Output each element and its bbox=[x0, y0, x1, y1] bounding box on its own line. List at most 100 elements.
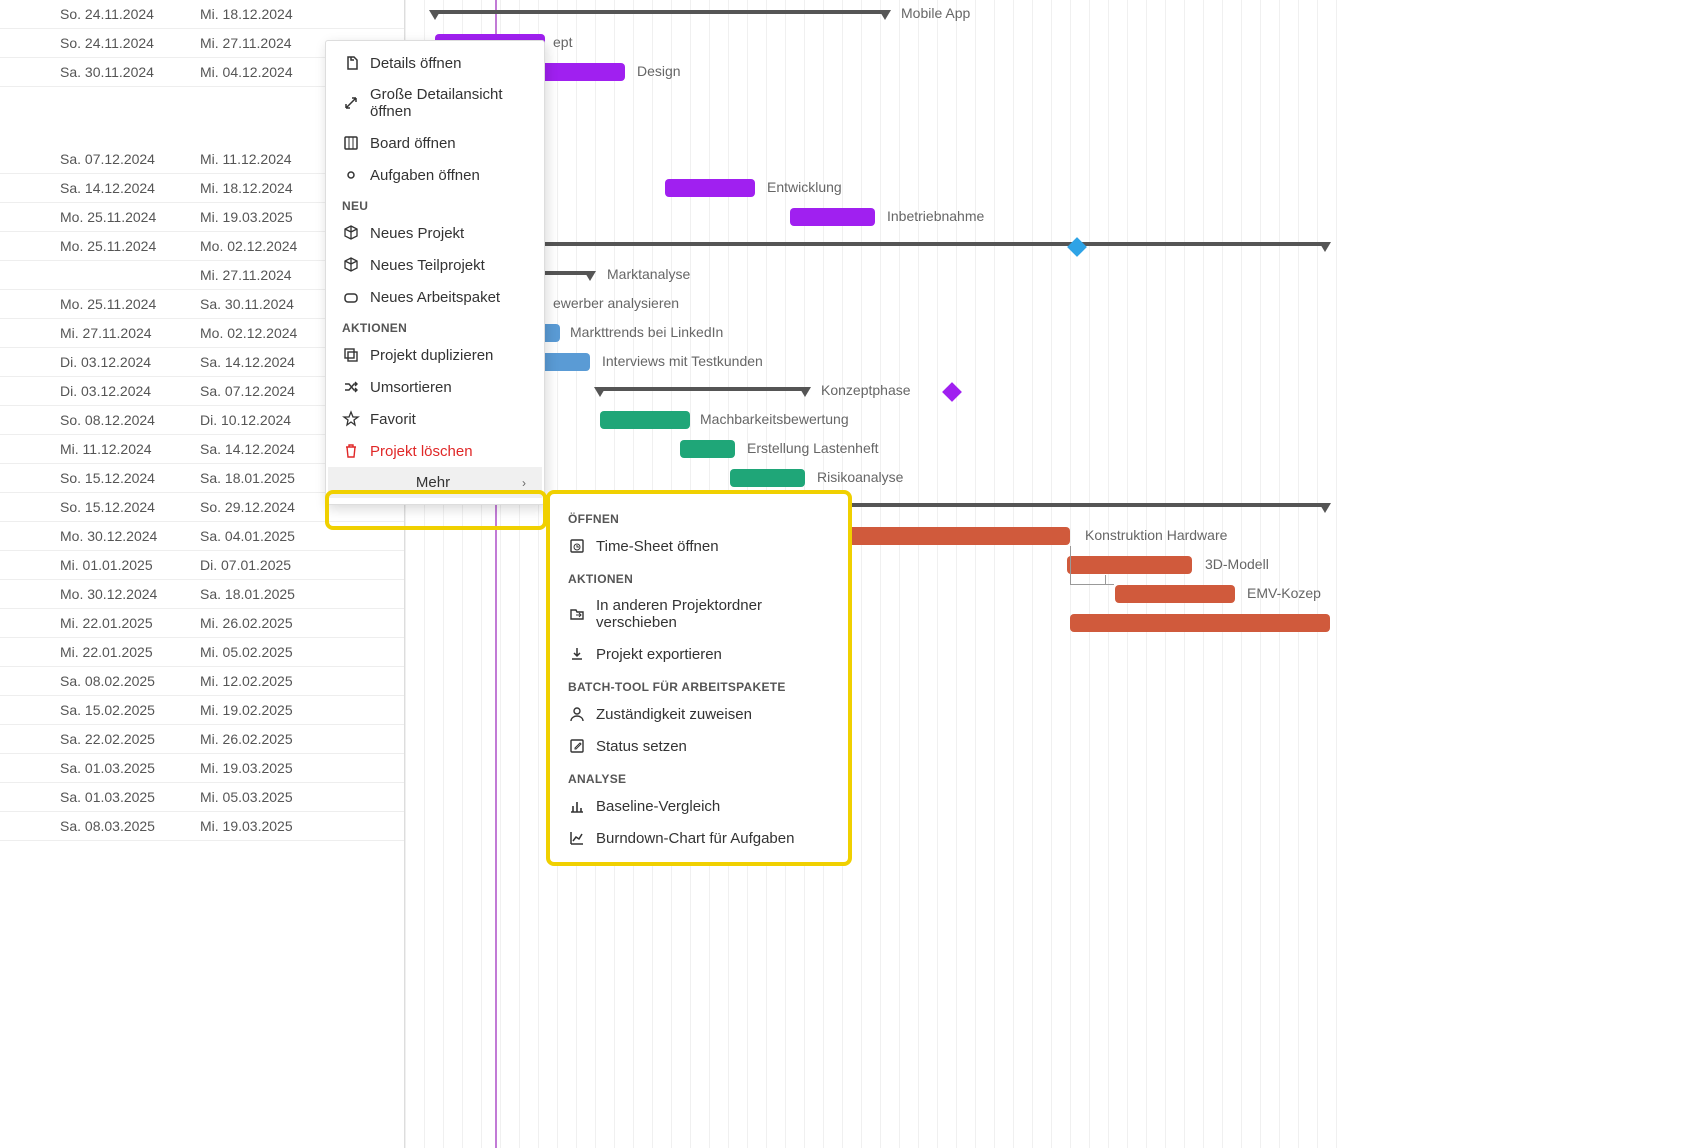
date-row[interactable]: Sa. 08.02.2025Mi. 12.02.2025 bbox=[0, 667, 404, 696]
start-date: Sa. 08.03.2025 bbox=[0, 818, 190, 834]
date-row[interactable]: Sa. 15.02.2025Mi. 19.02.2025 bbox=[0, 696, 404, 725]
date-row[interactable]: Mi. 22.01.2025Mi. 26.02.2025 bbox=[0, 609, 404, 638]
summary-bar[interactable] bbox=[815, 503, 1325, 507]
summary-bar[interactable] bbox=[600, 387, 805, 391]
gantt-bar[interactable] bbox=[680, 440, 735, 458]
summary-bar[interactable] bbox=[455, 242, 1325, 246]
menu-item[interactable]: Große Detailansicht öffnen bbox=[326, 79, 544, 127]
end-date: Sa. 18.01.2025 bbox=[190, 586, 380, 602]
end-date: Mi. 19.02.2025 bbox=[190, 702, 380, 718]
date-row[interactable]: Mi. 01.01.2025Di. 07.01.2025 bbox=[0, 551, 404, 580]
end-date: Mi. 26.02.2025 bbox=[190, 615, 380, 631]
gantt-bar[interactable] bbox=[665, 179, 755, 197]
menu-item-label: In anderen Projektordner verschieben bbox=[596, 597, 830, 631]
submenu-section-header: BATCH-TOOL FÜR ARBEITSPAKETE bbox=[550, 670, 848, 698]
menu-item[interactable]: Projekt duplizieren bbox=[326, 339, 544, 371]
menu-item-label: Projekt duplizieren bbox=[370, 347, 493, 364]
start-date: Sa. 30.11.2024 bbox=[0, 64, 190, 80]
menu-item-label: Mehr bbox=[344, 474, 522, 491]
menu-item[interactable]: Neues Projekt bbox=[326, 217, 544, 249]
menu-item[interactable]: Time-Sheet öffnen bbox=[550, 530, 848, 562]
date-row[interactable]: Mo. 30.12.2024Sa. 18.01.2025 bbox=[0, 580, 404, 609]
bar-label: 3D-Modell bbox=[1205, 556, 1269, 572]
menu-item[interactable]: Neues Teilprojekt bbox=[326, 249, 544, 281]
date-row[interactable]: Mo. 30.12.2024Sa. 04.01.2025 bbox=[0, 522, 404, 551]
date-row[interactable]: Sa. 01.03.2025Mi. 05.03.2025 bbox=[0, 783, 404, 812]
person-icon bbox=[568, 705, 586, 723]
bar-label: Risikoanalyse bbox=[817, 469, 903, 485]
start-date: Sa. 01.03.2025 bbox=[0, 760, 190, 776]
bar-label: Erstellung Lastenheft bbox=[747, 440, 879, 456]
star-icon bbox=[342, 410, 360, 428]
start-date: Mo. 25.11.2024 bbox=[0, 238, 190, 254]
menu-item-label: Neues Teilprojekt bbox=[370, 257, 485, 274]
gantt-bar[interactable] bbox=[1070, 614, 1330, 632]
start-date: Mo. 30.12.2024 bbox=[0, 586, 190, 602]
context-submenu: ÖFFNEN Time-Sheet öffnen AKTIONEN In and… bbox=[546, 490, 852, 866]
menu-item[interactable]: Umsortieren bbox=[326, 371, 544, 403]
line-chart-icon bbox=[568, 829, 586, 847]
date-row[interactable]: Mi. 22.01.2025Mi. 05.02.2025 bbox=[0, 638, 404, 667]
date-row[interactable]: So. 24.11.2024Mi. 18.12.2024 bbox=[0, 0, 404, 29]
tasks-icon bbox=[342, 166, 360, 184]
bar-label: Entwicklung bbox=[767, 179, 842, 195]
summary-bar[interactable] bbox=[435, 10, 885, 14]
date-row[interactable]: Sa. 22.02.2025Mi. 26.02.2025 bbox=[0, 725, 404, 754]
menu-section-header: AKTIONEN bbox=[326, 313, 544, 339]
milestone-diamond[interactable] bbox=[942, 382, 962, 402]
menu-item[interactable]: In anderen Projektordner verschieben bbox=[550, 590, 848, 638]
menu-item-more[interactable]: Mehr › bbox=[328, 467, 542, 498]
start-date: So. 24.11.2024 bbox=[0, 35, 190, 51]
start-date: Mo. 30.12.2024 bbox=[0, 528, 190, 544]
cube-icon bbox=[342, 224, 360, 242]
menu-item-label: Große Detailansicht öffnen bbox=[370, 86, 528, 120]
gantt-bar[interactable] bbox=[1067, 556, 1192, 574]
menu-item-label: Aufgaben öffnen bbox=[370, 167, 480, 184]
start-date: Sa. 07.12.2024 bbox=[0, 151, 190, 167]
menu-item[interactable]: Favorit bbox=[326, 403, 544, 435]
start-date: Sa. 15.02.2025 bbox=[0, 702, 190, 718]
bar-label: Design bbox=[637, 63, 681, 79]
gantt-bar[interactable] bbox=[730, 469, 805, 487]
package-icon bbox=[342, 288, 360, 306]
menu-item[interactable]: Neues Arbeitspaket bbox=[326, 281, 544, 313]
submenu-section-header: ANALYSE bbox=[550, 762, 848, 790]
expand-icon bbox=[342, 94, 360, 112]
duplicate-icon bbox=[342, 346, 360, 364]
menu-item[interactable]: Burndown-Chart für Aufgaben bbox=[550, 822, 848, 854]
menu-item[interactable]: Projekt löschen bbox=[326, 435, 544, 467]
start-date: Sa. 22.02.2025 bbox=[0, 731, 190, 747]
date-row[interactable]: Sa. 08.03.2025Mi. 19.03.2025 bbox=[0, 812, 404, 841]
menu-item[interactable]: Aufgaben öffnen bbox=[326, 159, 544, 191]
end-date: Mi. 12.02.2025 bbox=[190, 673, 380, 689]
menu-item[interactable]: Zuständigkeit zuweisen bbox=[550, 698, 848, 730]
start-date: Sa. 08.02.2025 bbox=[0, 673, 190, 689]
milestone-diamond[interactable] bbox=[1067, 237, 1087, 257]
start-date: So. 08.12.2024 bbox=[0, 412, 190, 428]
end-date: Mi. 19.03.2025 bbox=[190, 818, 380, 834]
menu-item-label: Burndown-Chart für Aufgaben bbox=[596, 830, 794, 847]
timesheet-icon bbox=[568, 537, 586, 555]
menu-item[interactable]: Projekt exportieren bbox=[550, 638, 848, 670]
gantt-bar[interactable] bbox=[1115, 585, 1235, 603]
menu-item-label: Details öffnen bbox=[370, 55, 461, 72]
folder-move-icon bbox=[568, 605, 586, 623]
bar-label: ept bbox=[553, 34, 572, 50]
gantt-bar[interactable] bbox=[815, 527, 1070, 545]
start-date: So. 15.12.2024 bbox=[0, 499, 190, 515]
bar-chart-icon bbox=[568, 797, 586, 815]
end-date: Mi. 05.03.2025 bbox=[190, 789, 380, 805]
shuffle-icon bbox=[342, 378, 360, 396]
menu-item[interactable]: Baseline-Vergleich bbox=[550, 790, 848, 822]
start-date: Mi. 01.01.2025 bbox=[0, 557, 190, 573]
menu-item-label: Neues Arbeitspaket bbox=[370, 289, 500, 306]
bar-label: ewerber analysieren bbox=[553, 295, 679, 311]
menu-item[interactable]: Board öffnen bbox=[326, 127, 544, 159]
menu-item[interactable]: Details öffnen bbox=[326, 47, 544, 79]
date-row[interactable]: Sa. 01.03.2025Mi. 19.03.2025 bbox=[0, 754, 404, 783]
gantt-bar[interactable] bbox=[790, 208, 875, 226]
menu-item[interactable]: Status setzen bbox=[550, 730, 848, 762]
menu-item-label: Projekt löschen bbox=[370, 443, 473, 460]
bar-label: Markttrends bei LinkedIn bbox=[570, 324, 723, 340]
gantt-bar[interactable] bbox=[600, 411, 690, 429]
